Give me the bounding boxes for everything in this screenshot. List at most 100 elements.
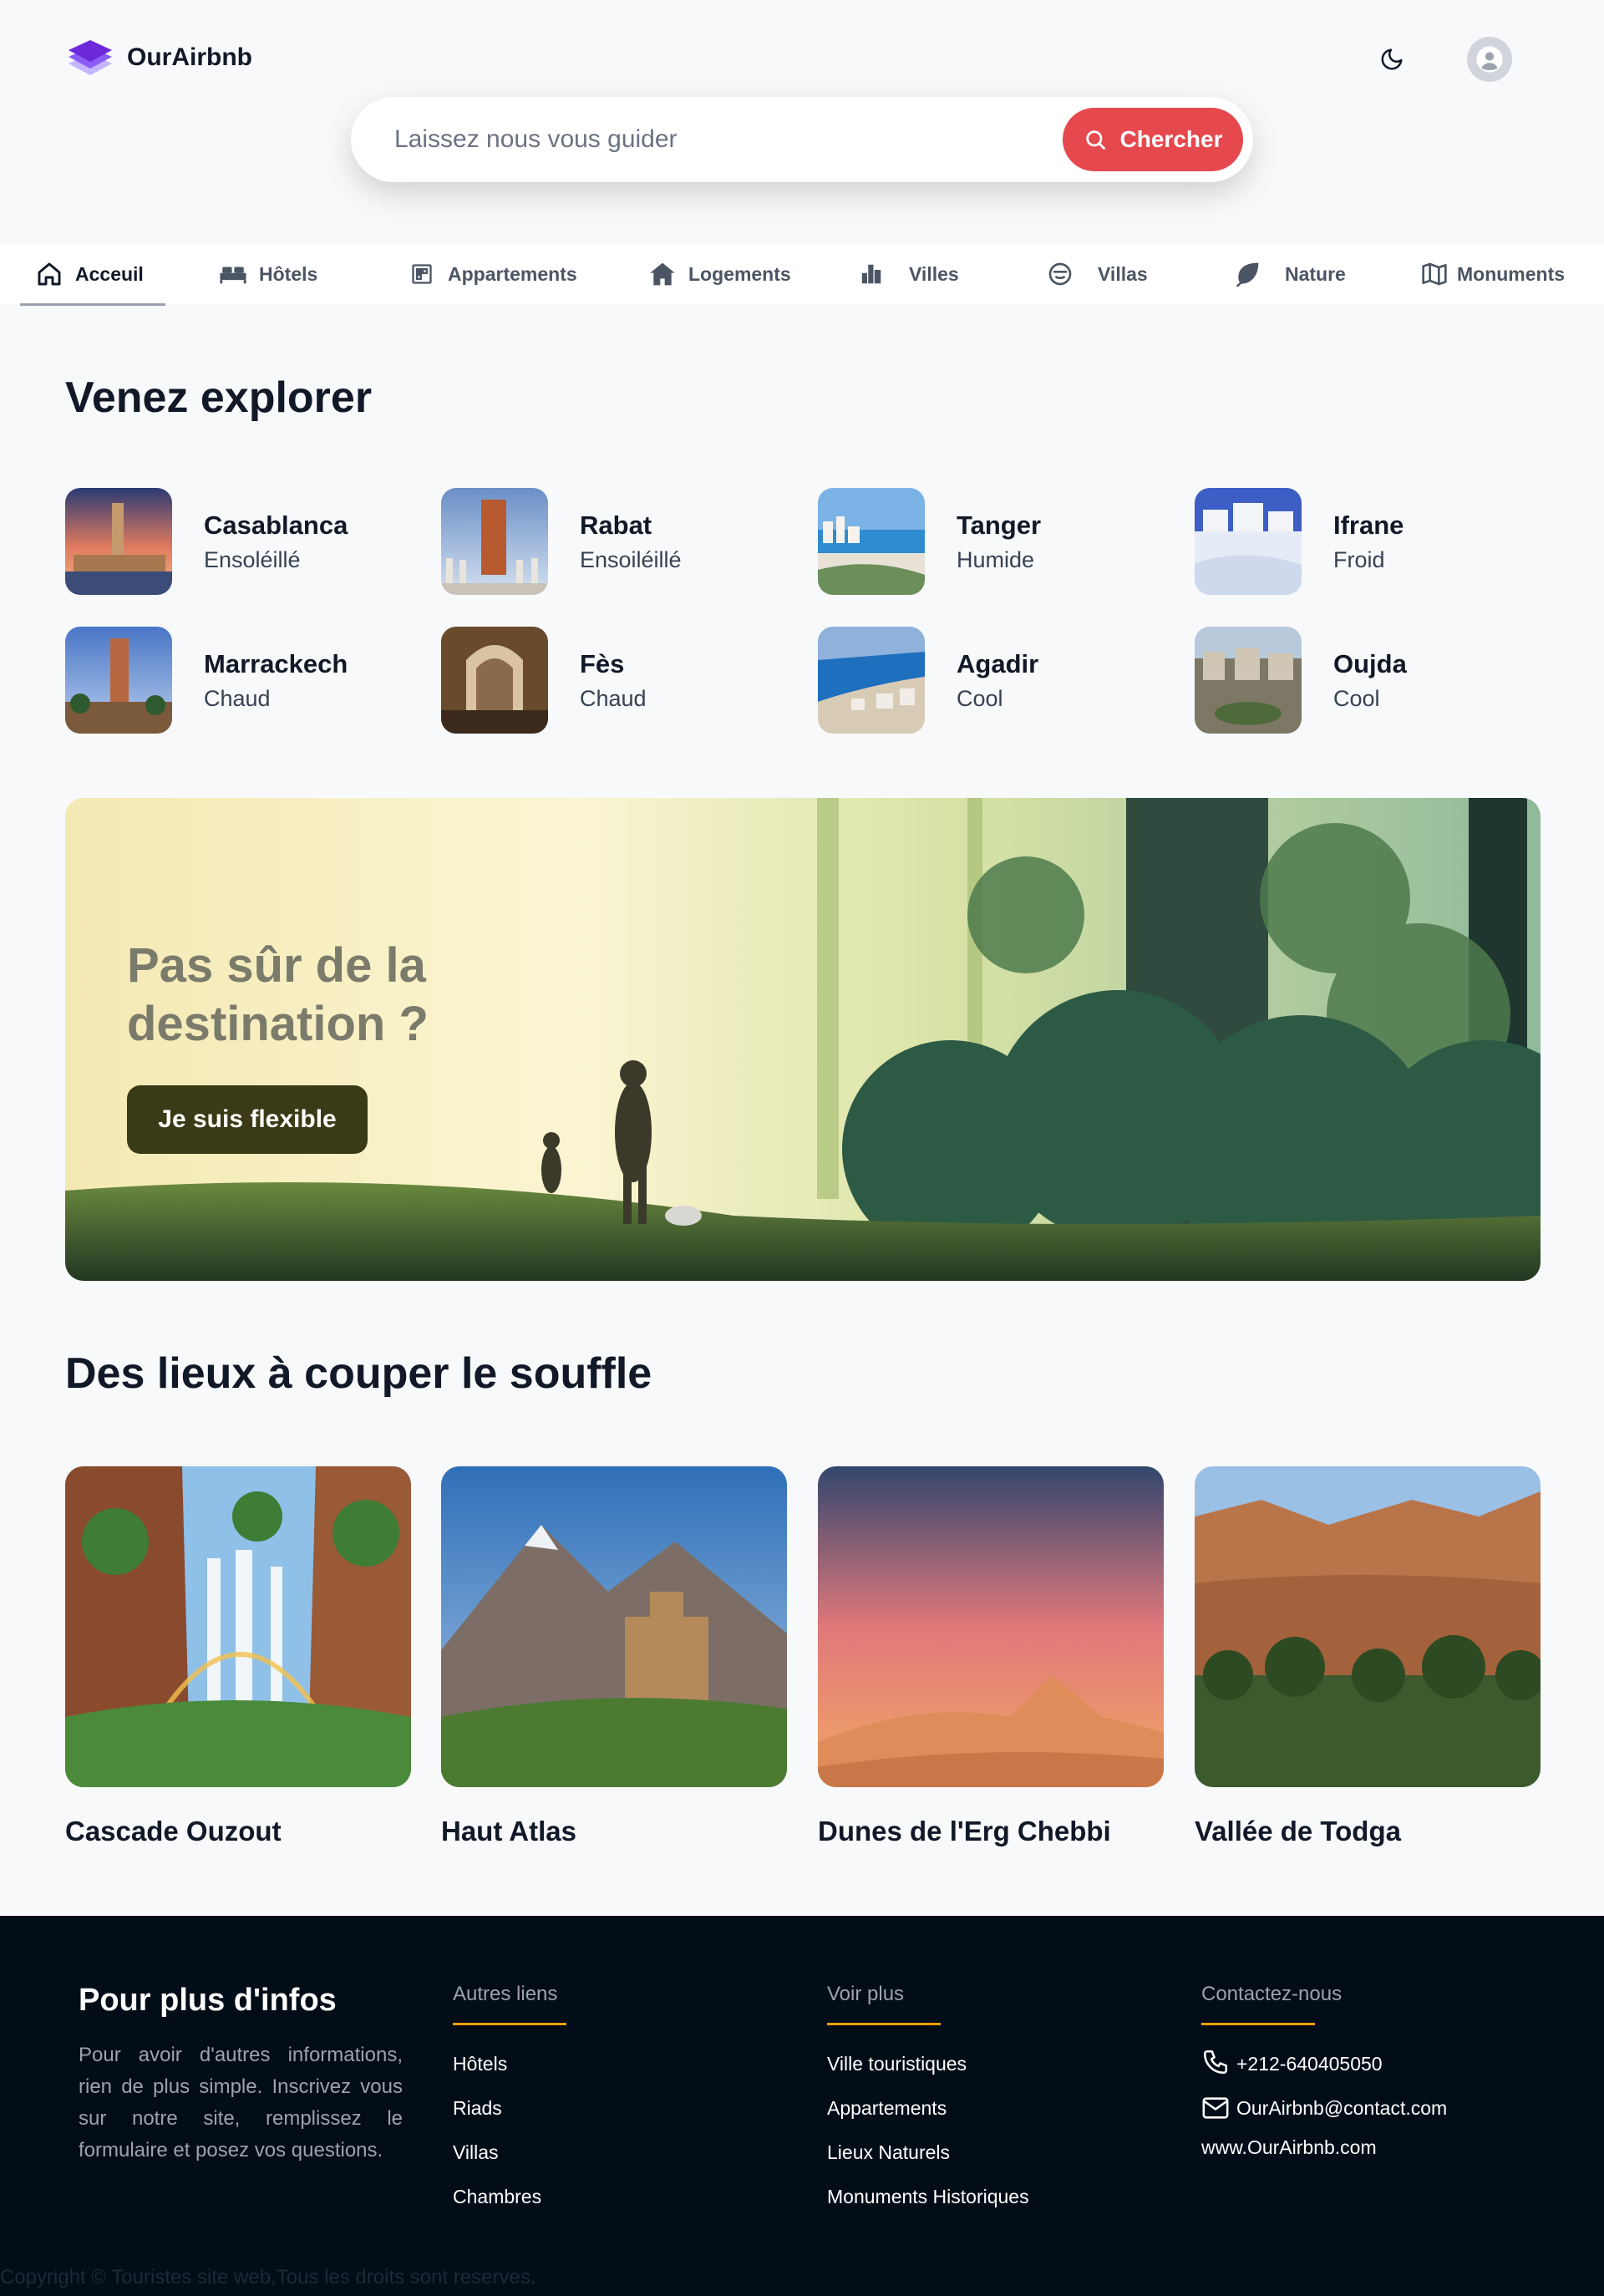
city-climate: Cool (1333, 685, 1380, 711)
footer-phone-text: +212-640405050 (1236, 2053, 1383, 2075)
footer-link-villes[interactable]: Ville touristiques (827, 2042, 1029, 2086)
city-climate: Ensoiléillé (580, 546, 682, 572)
category-acceuil[interactable]: Acceuil (20, 244, 165, 306)
city-image (65, 488, 172, 595)
category-logements[interactable]: Logements (648, 244, 791, 304)
city-card-tanger[interactable]: Tanger Humide (818, 488, 1041, 595)
city-name: Agadir (957, 648, 1039, 678)
footer-link-villas[interactable]: Villas (453, 2131, 566, 2175)
city-climate: Ensoléillé (204, 546, 301, 572)
footer-see-more: Voir plus Ville touristiques Appartement… (827, 1983, 1029, 2219)
category-hotels[interactable]: Hôtels (219, 244, 317, 304)
user-menu-button[interactable] (1467, 37, 1512, 82)
city-card-casablanca[interactable]: Casablanca Ensoléillé (65, 488, 348, 595)
footer-description: Pour avoir d'autres informations, rien d… (79, 2044, 403, 2161)
search-button[interactable]: Chercher (1063, 108, 1243, 171)
footer-contact: Contactez-nous +212-640405050 OurAirbnb@… (1201, 1983, 1447, 2164)
city-climate: Chaud (580, 685, 647, 711)
city-name: Casablanca (204, 510, 348, 540)
place-name: Cascade Ouzout (65, 1816, 282, 1846)
footer-underline (827, 2023, 941, 2025)
footer-link-riads[interactable]: Riads (453, 2086, 566, 2131)
place-image (818, 1466, 1164, 1787)
category-villas[interactable]: Villas (1046, 244, 1148, 304)
place-card-cascade-ouzout[interactable]: Cascade Ouzout (65, 1466, 411, 1847)
city-image (1195, 488, 1302, 595)
footer-link-appartements[interactable]: Appartements (827, 2086, 1029, 2131)
footer-phone[interactable]: +212-640405050 (1201, 2042, 1447, 2086)
search-button-label: Chercher (1119, 126, 1223, 152)
moon-icon (1381, 48, 1403, 70)
villa-icon (1046, 260, 1074, 288)
dark-mode-toggle[interactable] (1370, 38, 1414, 81)
explore-title: Venez explorer (65, 373, 373, 422)
footer-email[interactable]: OurAirbnb@contact.com (1201, 2086, 1447, 2131)
city-card-agadir[interactable]: Agadir Cool (818, 627, 1038, 734)
search-input[interactable] (394, 125, 1063, 154)
map-icon (1420, 260, 1449, 288)
city-climate: Chaud (204, 685, 271, 711)
bed-icon (219, 260, 247, 288)
place-card-dunes-erg-chebbi[interactable]: Dunes de l'Erg Chebbi (818, 1466, 1164, 1847)
city-climate: Froid (1333, 546, 1385, 572)
logo-icon (67, 37, 114, 79)
flexible-button[interactable]: Je suis flexible (127, 1085, 368, 1154)
logo[interactable]: OurAirbnb (67, 37, 252, 79)
city-card-fes[interactable]: Fès Chaud (441, 627, 647, 734)
place-card-haut-atlas[interactable]: Haut Atlas (441, 1466, 787, 1847)
city-name: Ifrane (1333, 510, 1404, 540)
city-image (441, 627, 548, 734)
footer-underline (453, 2023, 566, 2025)
copyright: Copyright © Touristes site web,Tous les … (0, 2266, 536, 2288)
footer-link-chambres[interactable]: Chambres (453, 2175, 566, 2219)
search-bar: Chercher (351, 97, 1253, 182)
place-name: Dunes de l'Erg Chebbi (818, 1816, 1111, 1846)
category-monuments[interactable]: Monuments (1420, 244, 1565, 304)
footer-other-links: Autres liens Hôtels Riads Villas Chambre… (453, 1983, 566, 2219)
footer-email-text: OurAirbnb@contact.com (1236, 2097, 1448, 2119)
place-card-vallee-todga[interactable]: Vallée de Todga (1195, 1466, 1541, 1847)
banner-title: Pas sûr de la destination ? (127, 938, 429, 1051)
city-image (441, 488, 548, 595)
mail-icon (1202, 2097, 1229, 2119)
city-name: Tanger (957, 510, 1042, 540)
footer-underline (1201, 2023, 1315, 2025)
places-title: Des lieux à couper le souffle (65, 1349, 652, 1398)
place-image (441, 1466, 787, 1787)
category-appartements[interactable]: Appartements (408, 244, 577, 304)
leaf-icon (1233, 260, 1261, 288)
phone-icon (1203, 2050, 1228, 2075)
place-name: Vallée de Todga (1195, 1816, 1401, 1846)
flexible-banner: Pas sûr de la destination ? Je suis flex… (65, 798, 1541, 1281)
city-card-rabat[interactable]: Rabat Ensoiléillé (441, 488, 682, 595)
city-card-ifrane[interactable]: Ifrane Froid (1195, 488, 1404, 595)
place-name: Haut Atlas (441, 1816, 576, 1846)
footer-website[interactable]: www.OurAirbnb.com (1201, 2131, 1447, 2164)
apartment-icon (408, 260, 436, 288)
city-image (818, 627, 925, 734)
city-name: Rabat (580, 510, 652, 540)
city-image (1195, 627, 1302, 734)
footer-column-title: Contactez-nous (1201, 1983, 1343, 2005)
city-name: Oujda (1333, 648, 1407, 678)
city-card-oujda[interactable]: Oujda Cool (1195, 627, 1407, 734)
place-image (1195, 1466, 1541, 1787)
footer-column-title: Autres liens (453, 1983, 558, 2005)
home-icon (35, 260, 63, 288)
city-name: Fès (580, 648, 625, 678)
footer-title: Pour plus d'infos (79, 1983, 337, 2018)
app-name: OurAirbnb (127, 43, 252, 71)
footer-link-monuments[interactable]: Monuments Historiques (827, 2175, 1029, 2219)
footer-link-hotels[interactable]: Hôtels (453, 2042, 566, 2086)
city-image (65, 627, 172, 734)
footer-link-lieux[interactable]: Lieux Naturels (827, 2131, 1029, 2175)
house-icon (648, 260, 677, 288)
category-nav: Acceuil Hôtels Appartements Logements Vi… (0, 244, 1604, 306)
city-card-marrackech[interactable]: Marrackech Chaud (65, 627, 348, 734)
category-nature[interactable]: Nature (1233, 244, 1346, 304)
city-image (818, 488, 925, 595)
category-villes[interactable]: Villes (857, 244, 959, 304)
city-climate: Cool (957, 685, 1003, 711)
user-icon (1476, 46, 1503, 73)
search-icon (1085, 130, 1105, 150)
